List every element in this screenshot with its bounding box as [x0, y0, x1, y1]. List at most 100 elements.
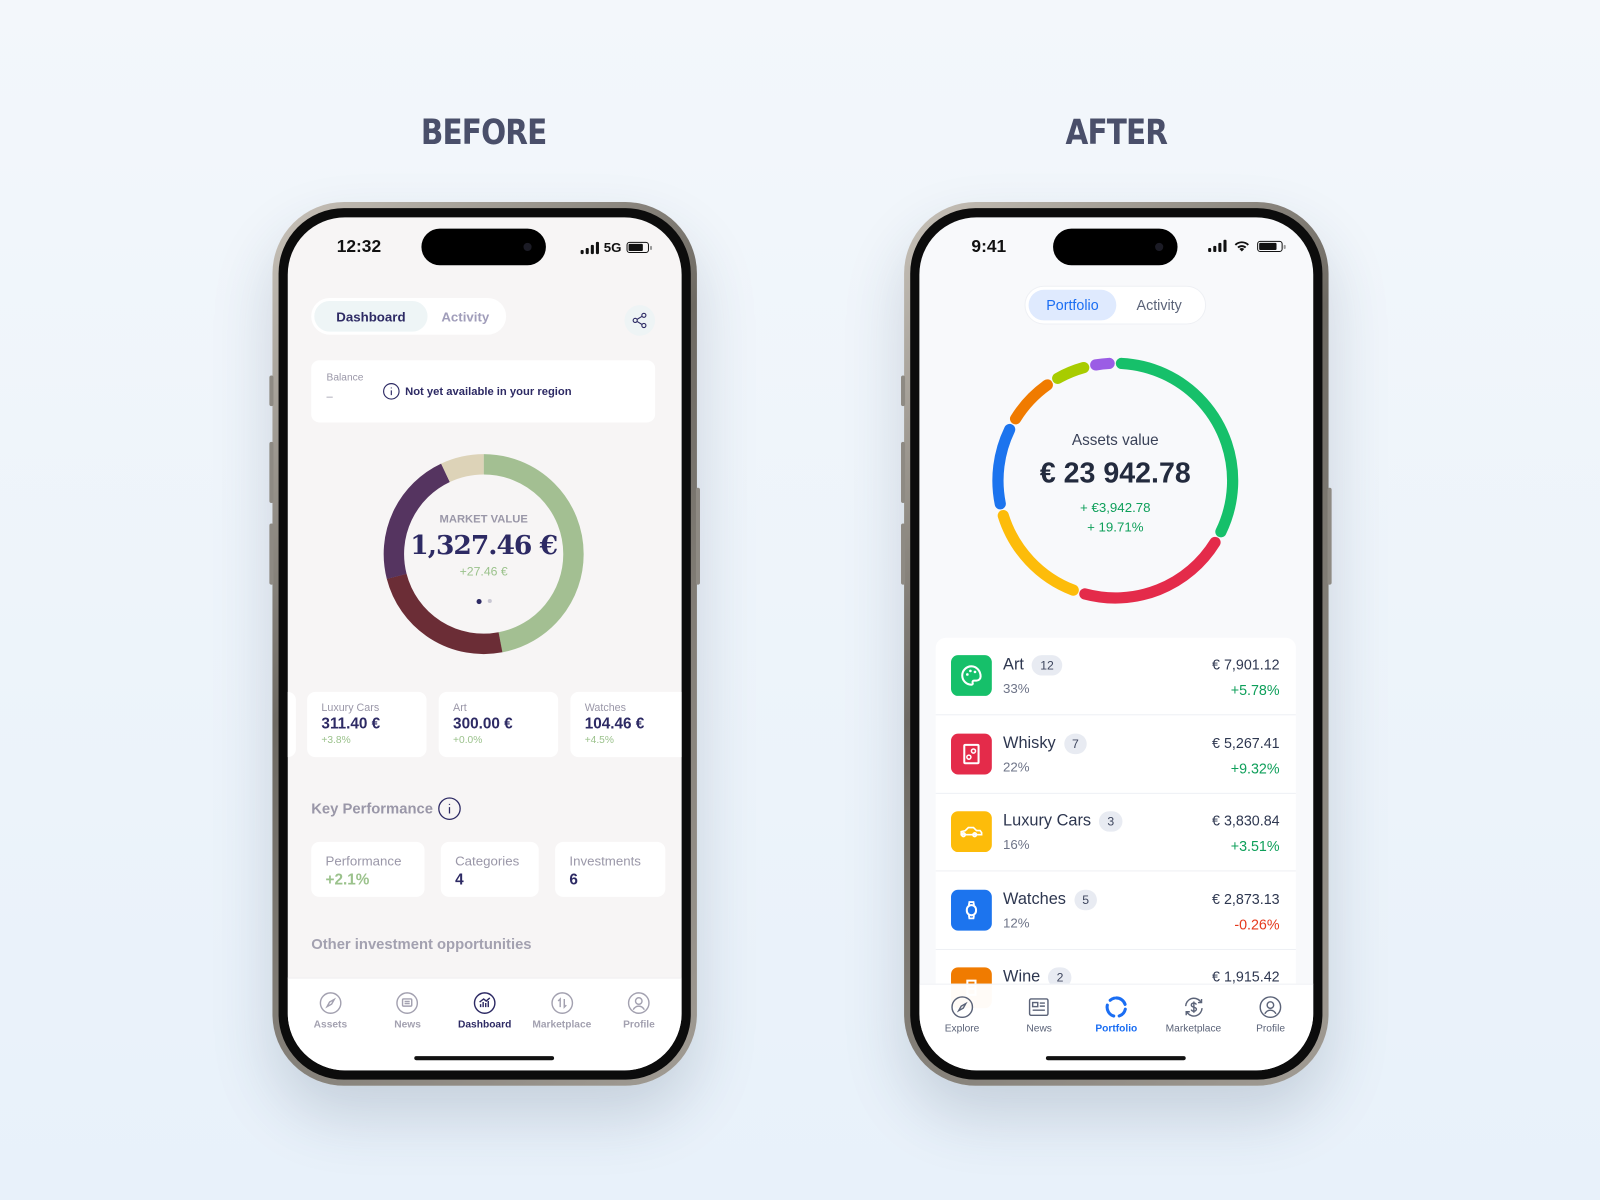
asset-value: 104.46 €: [584, 715, 645, 733]
other-opportunities-title: Other investment opportunities: [311, 936, 532, 954]
signal-icon: [580, 241, 599, 254]
exchange-icon: [1184, 997, 1203, 1017]
nav-label: Profile: [1256, 1023, 1286, 1035]
asset-change: +3.51%: [1230, 837, 1280, 855]
tab-portfolio[interactable]: Portfolio: [1028, 289, 1117, 321]
dynamic-island: [1053, 228, 1178, 266]
side-button: [269, 375, 274, 407]
asset-count-badge: 3: [1099, 811, 1123, 832]
watch-icon: [965, 900, 978, 919]
side-button: [695, 487, 700, 585]
share-icon: [632, 312, 647, 329]
tab-activity[interactable]: Activity: [1116, 290, 1202, 321]
nav-assets[interactable]: Assets: [292, 991, 369, 1071]
nav-label: Marketplace: [532, 1019, 592, 1031]
asset-value: € 2,873.13: [1212, 890, 1280, 907]
after-phone: 9:41 Portfolio Activity Assets value € 2…: [901, 202, 1332, 1086]
region-notice: Not yet available in your region: [383, 383, 572, 400]
compass-icon: [319, 992, 342, 1014]
asset-icon-tile: [951, 811, 992, 853]
status-time: 9:41: [971, 236, 1007, 257]
nav-label: Marketplace: [1165, 1023, 1222, 1035]
side-button: [1327, 487, 1332, 585]
asset-icon-tile: [951, 889, 992, 931]
asset-card[interactable]: Watches 104.46 € +4.5%: [570, 691, 682, 758]
asset-count-badge: 5: [1074, 889, 1098, 910]
nav-label: Assets: [313, 1019, 348, 1031]
home-indicator: [414, 1056, 555, 1061]
segmented-tabs: Dashboard Activity: [311, 297, 507, 335]
asset-change: +0.0%: [453, 734, 483, 746]
asset-value: € 1,915.42: [1212, 968, 1280, 985]
asset-change: +4.5%: [584, 734, 614, 746]
kpi-card: Categories 4: [440, 841, 539, 897]
page-dots[interactable]: [382, 598, 586, 605]
nav-profile[interactable]: Profile: [600, 991, 677, 1071]
before-phone: 12:32 5G Dashboard Activity Balance – No…: [269, 202, 700, 1086]
nav-label: Profile: [623, 1019, 655, 1031]
status-icons: 5G: [580, 239, 653, 256]
asset-change: -0.26%: [1234, 915, 1280, 933]
segmented-tabs: Portfolio Activity: [1024, 285, 1207, 325]
kpi-value: 4: [455, 871, 464, 889]
page-dot-active[interactable]: [476, 598, 482, 605]
asset-name: Luxury Cars: [1003, 812, 1092, 830]
asset-card-partial: [287, 691, 296, 758]
portfolio-icon: [1105, 996, 1127, 1018]
side-button: [269, 523, 274, 585]
before-screen: 12:32 5G Dashboard Activity Balance – No…: [287, 217, 682, 1071]
asset-count-badge: 7: [1063, 733, 1087, 754]
nav-explore[interactable]: Explore: [923, 995, 1000, 1071]
asset-share: 22%: [1003, 758, 1030, 774]
asset-count-badge: 12: [1032, 655, 1063, 676]
battery-icon: [1257, 240, 1286, 252]
asset-row[interactable]: Whisky 7 22% € 5,267.41 +9.32%: [935, 716, 1296, 794]
market-value-center: MARKET VALUE 1,327.46 € +27.46 €: [382, 513, 586, 605]
before-heading: BEFORE: [420, 112, 547, 154]
asset-icon-tile: [951, 733, 992, 774]
kpi-label: Performance: [325, 853, 402, 869]
after-heading: AFTER: [1065, 112, 1168, 154]
asset-name: Luxury Cars: [321, 702, 380, 715]
nav-label: Portfolio: [1095, 1023, 1138, 1035]
asset-change: +9.32%: [1230, 759, 1280, 777]
asset-card[interactable]: Art 300.00 € +0.0%: [438, 691, 559, 758]
status-time: 12:32: [336, 236, 382, 257]
news-icon: [396, 992, 419, 1014]
key-performance-header: Key Performance: [311, 797, 462, 820]
assets-value-label: Assets value: [1071, 431, 1159, 449]
asset-share: 33%: [1003, 680, 1030, 696]
chart-icon: [473, 992, 496, 1014]
asset-name-group: Art 12: [1003, 655, 1063, 676]
balance-label: Balance: [326, 372, 364, 384]
assets-change-pct: + 19.71%: [1087, 519, 1144, 535]
palette-icon: [961, 665, 982, 686]
info-icon[interactable]: [438, 797, 462, 820]
network-label: 5G: [603, 239, 622, 256]
balance-value: –: [326, 390, 333, 404]
nav-label: News: [1026, 1023, 1052, 1035]
asset-row[interactable]: Art 12 33% € 7,901.12 +5.78%: [935, 638, 1296, 716]
asset-value: € 7,901.12: [1212, 656, 1280, 673]
tab-activity[interactable]: Activity: [428, 301, 504, 332]
asset-card[interactable]: Luxury Cars 311.40 € +3.8%: [307, 691, 427, 758]
signal-icon: [1208, 239, 1227, 253]
share-button[interactable]: [624, 305, 656, 336]
status-icons: [1208, 239, 1286, 253]
page-dot[interactable]: [487, 598, 492, 604]
home-indicator: [1045, 1056, 1186, 1061]
compass-icon: [951, 996, 973, 1019]
battery-icon: [626, 241, 653, 254]
asset-row[interactable]: Watches 5 12% € 2,873.13 -0.26%: [935, 872, 1296, 950]
side-button: [901, 523, 906, 585]
asset-name-group: Watches 5: [1003, 889, 1098, 910]
asset-share: 16%: [1003, 836, 1030, 853]
asset-row[interactable]: Luxury Cars 3 16% € 3,830.84 +3.51%: [935, 794, 1296, 872]
tab-dashboard[interactable]: Dashboard: [314, 301, 428, 332]
kpi-label: Categories: [455, 853, 520, 869]
arrows-icon: [550, 992, 573, 1014]
nav-profile[interactable]: Profile: [1232, 995, 1309, 1071]
kpi-value: 6: [569, 871, 578, 889]
assets-summary: Assets value € 23 942.78 + €3,942.78 + 1…: [988, 432, 1243, 535]
asset-name: Art: [453, 702, 467, 715]
